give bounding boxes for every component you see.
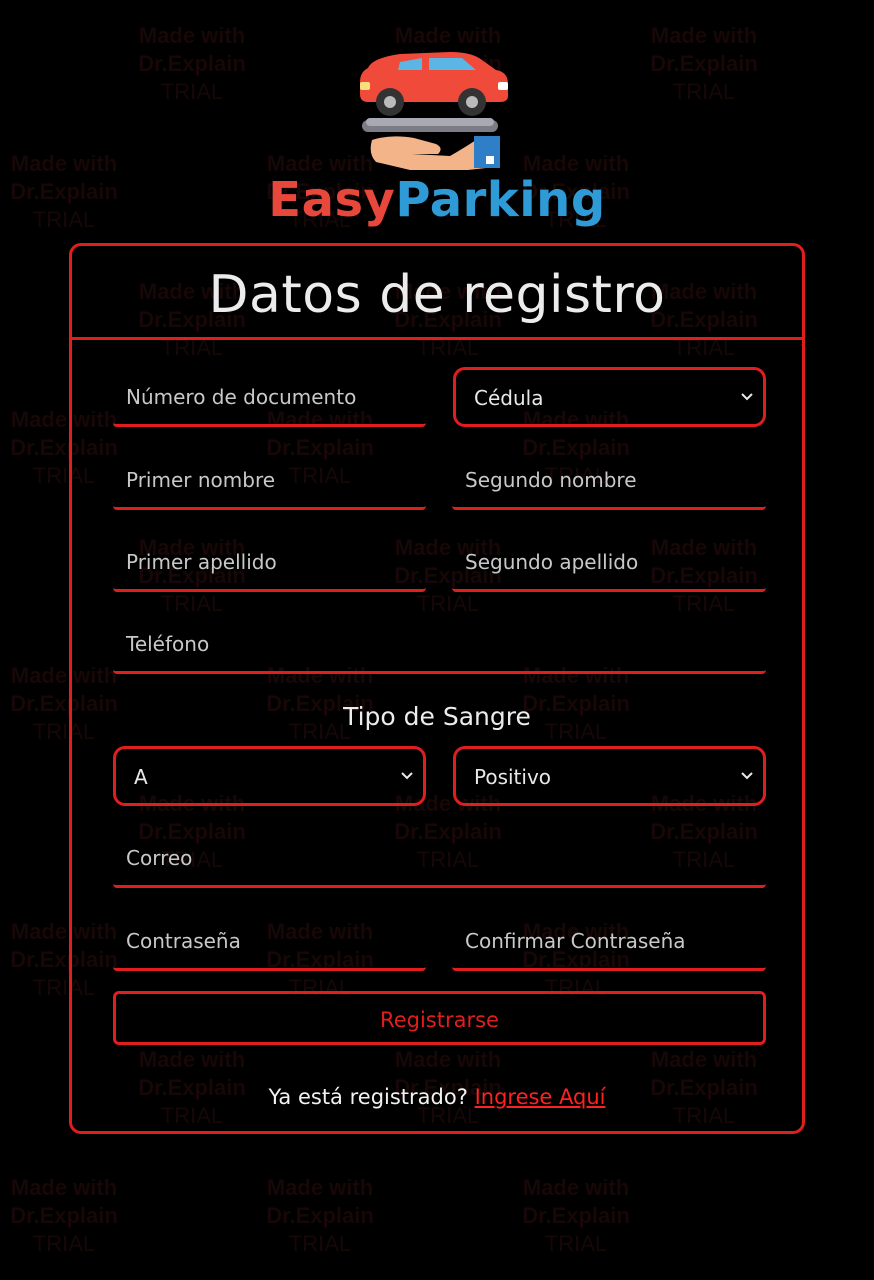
blood-group-value: A (134, 765, 148, 789)
watermark-line1: Made with (522, 1175, 630, 1200)
title-divider (71, 337, 803, 340)
second-name-placeholder: Segundo nombre (465, 468, 637, 492)
phone-placeholder: Teléfono (126, 632, 210, 656)
watermark-line2: Dr.Explain (522, 1203, 630, 1228)
brand-name-parking: Parking (395, 172, 606, 228)
document-type-value: Cédula (474, 386, 544, 410)
register-button-label: Registrarse (380, 1008, 499, 1032)
document-number-field[interactable]: Número de documento (113, 367, 426, 427)
watermark-line2: Dr.Explain (10, 179, 118, 204)
watermark-line2: Dr.Explain (10, 1203, 118, 1228)
brand-wordmark: EasyParking (250, 170, 624, 230)
watermark-text: Made with Dr.Explain TRIAL (0, 1174, 134, 1258)
second-lastname-field[interactable]: Segundo apellido (452, 532, 766, 592)
blood-rh-value: Positivo (474, 765, 552, 789)
watermark-line2: Dr.Explain (650, 51, 758, 76)
document-type-select[interactable]: Cédula (453, 367, 766, 427)
watermark-line3: TRIAL (32, 1231, 96, 1256)
chevron-down-icon (401, 772, 413, 780)
watermark-line3: TRIAL (544, 1231, 608, 1256)
phone-field[interactable]: Teléfono (113, 614, 766, 674)
password-field[interactable]: Contraseña (113, 911, 426, 971)
watermark-text: Made with Dr.Explain TRIAL (250, 1174, 390, 1258)
watermark-line2: Dr.Explain (266, 1203, 374, 1228)
login-prompt-text: Ya está registrado? (268, 1085, 468, 1109)
blood-group-select[interactable]: A (113, 746, 426, 806)
watermark-line3: TRIAL (32, 207, 96, 232)
first-lastname-placeholder: Primer apellido (126, 550, 277, 574)
watermark-line1: Made with (138, 23, 246, 48)
watermark-line1: Made with (266, 1175, 374, 1200)
registration-screen: Made with Dr.Explain TRIAL Made with Dr.Expl… (0, 0, 874, 1280)
second-name-field[interactable]: Segundo nombre (452, 450, 766, 510)
document-number-placeholder: Número de documento (126, 385, 357, 409)
blood-type-label: Tipo de Sangre (343, 702, 531, 731)
watermark-line3: TRIAL (288, 1231, 352, 1256)
watermark-line1: Made with (650, 23, 758, 48)
email-placeholder: Correo (126, 846, 193, 870)
watermark-text: Made with Dr.Explain TRIAL (0, 150, 134, 234)
first-lastname-field[interactable]: Primer apellido (113, 532, 426, 592)
chevron-down-icon (741, 772, 753, 780)
password-placeholder: Contraseña (126, 929, 241, 953)
confirm-password-field[interactable]: Confirmar Contraseña (452, 911, 766, 971)
email-field[interactable]: Correo (113, 828, 766, 888)
second-lastname-placeholder: Segundo apellido (465, 550, 639, 574)
brand-name-easy: Easy (268, 172, 396, 228)
chevron-down-icon (741, 393, 753, 401)
watermark-text: Made with Dr.Explain TRIAL (634, 22, 774, 106)
watermark-line2: Dr.Explain (138, 51, 246, 76)
watermark-text: Made with Dr.Explain TRIAL (506, 1174, 646, 1258)
watermark-line1: Made with (10, 151, 118, 176)
login-prompt-line: Ya está registrado? Ingrese Aquí (0, 1085, 874, 1109)
car-on-hand-icon (360, 52, 508, 170)
page-title: Datos de registro (208, 265, 666, 325)
watermark-line1: Made with (10, 1175, 118, 1200)
easyparking-logo: EasyParking (250, 40, 624, 240)
login-link[interactable]: Ingrese Aquí (475, 1085, 606, 1109)
blood-rh-select[interactable]: Positivo (453, 746, 766, 806)
register-button[interactable]: Registrarse (113, 991, 766, 1045)
confirm-password-placeholder: Confirmar Contraseña (465, 929, 686, 953)
watermark-line3: TRIAL (160, 79, 224, 104)
watermark-text: Made with Dr.Explain TRIAL (122, 22, 262, 106)
first-name-placeholder: Primer nombre (126, 468, 276, 492)
watermark-line3: TRIAL (672, 79, 736, 104)
first-name-field[interactable]: Primer nombre (113, 450, 426, 510)
